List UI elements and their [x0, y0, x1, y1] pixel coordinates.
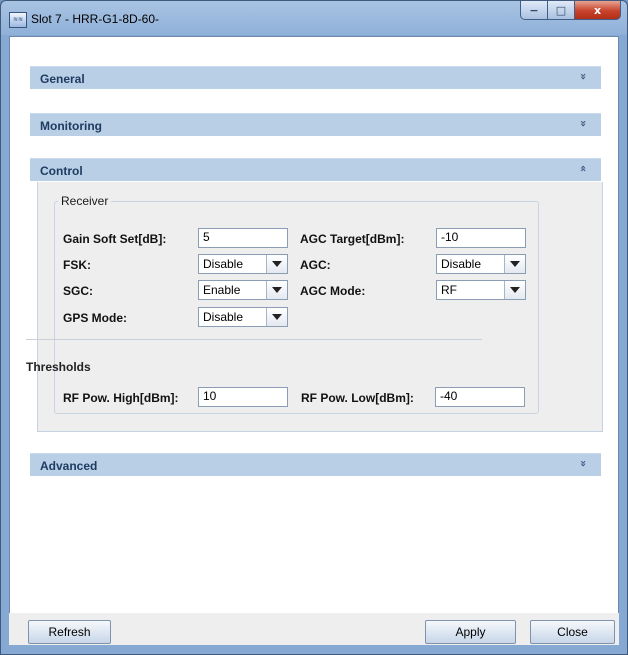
agc-label: AGC:	[300, 258, 331, 272]
rf-pow-low-input[interactable]: -40	[435, 387, 525, 407]
rf-pow-high-input[interactable]: 10	[198, 387, 288, 407]
close-window-button[interactable]: x	[575, 1, 621, 20]
refresh-button[interactable]: Refresh	[28, 620, 111, 644]
fsk-dropdown[interactable]: Disable	[198, 254, 288, 274]
thresholds-title: Thresholds	[26, 360, 91, 374]
panel-general-header[interactable]: General »	[30, 66, 601, 89]
title-bar[interactable]: ≋≋ Slot 7 - HRR-G1-8D-60- − □ x	[1, 1, 627, 35]
expand-chevron-icon[interactable]: »	[577, 120, 590, 127]
agc-target-input[interactable]: -10	[436, 228, 526, 248]
chevron-down-icon[interactable]	[504, 255, 525, 273]
sgc-label: SGC:	[63, 284, 93, 298]
receiver-legend: Receiver	[58, 194, 112, 208]
agc-target-label: AGC Target[dBm]:	[300, 232, 405, 246]
rf-pow-high-label: RF Pow. High[dBm]:	[63, 391, 179, 405]
dialog-window: ≋≋ Slot 7 - HRR-G1-8D-60- − □ x General …	[0, 0, 628, 655]
thresholds-divider	[26, 339, 482, 340]
close-button[interactable]: Close	[530, 620, 615, 644]
panel-control-header[interactable]: Control «	[30, 158, 601, 181]
app-icon: ≋≋	[9, 12, 27, 28]
chevron-down-icon[interactable]	[266, 281, 287, 299]
fsk-value: Disable	[203, 257, 244, 271]
panel-advanced-label: Advanced	[40, 459, 98, 473]
expand-chevron-icon[interactable]: »	[577, 73, 590, 80]
panel-control-label: Control	[40, 164, 83, 178]
collapse-chevron-icon[interactable]: «	[577, 165, 590, 172]
agc-mode-label: AGC Mode:	[300, 284, 366, 298]
gps-mode-dropdown[interactable]: Disable	[198, 307, 288, 327]
panel-advanced-header[interactable]: Advanced »	[30, 453, 601, 476]
agc-mode-dropdown[interactable]: RF	[436, 280, 526, 300]
gps-mode-value: Disable	[203, 310, 244, 324]
agc-mode-value: RF	[441, 283, 457, 297]
agc-value: Disable	[441, 257, 482, 271]
caption-buttons: − □ x	[520, 1, 621, 21]
panel-general-label: General	[40, 72, 85, 86]
minimize-button[interactable]: −	[520, 1, 548, 20]
expand-chevron-icon[interactable]: »	[577, 460, 590, 467]
gain-soft-set-input[interactable]: 5	[198, 228, 288, 248]
sgc-value: Enable	[203, 283, 241, 297]
maximize-button[interactable]: □	[548, 1, 575, 20]
gps-mode-label: GPS Mode:	[63, 311, 128, 325]
chevron-down-icon[interactable]	[266, 255, 287, 273]
fsk-label: FSK:	[63, 258, 91, 272]
panel-monitoring-header[interactable]: Monitoring »	[30, 113, 601, 136]
window-title: Slot 7 - HRR-G1-8D-60-	[31, 12, 160, 26]
chevron-down-icon[interactable]	[504, 281, 525, 299]
chevron-down-icon[interactable]	[266, 308, 287, 326]
apply-button[interactable]: Apply	[425, 620, 516, 644]
panel-monitoring-label: Monitoring	[40, 119, 102, 133]
sgc-dropdown[interactable]: Enable	[198, 280, 288, 300]
gain-soft-set-label: Gain Soft Set[dB]:	[63, 232, 167, 246]
rf-pow-low-label: RF Pow. Low[dBm]:	[301, 391, 414, 405]
agc-dropdown[interactable]: Disable	[436, 254, 526, 274]
